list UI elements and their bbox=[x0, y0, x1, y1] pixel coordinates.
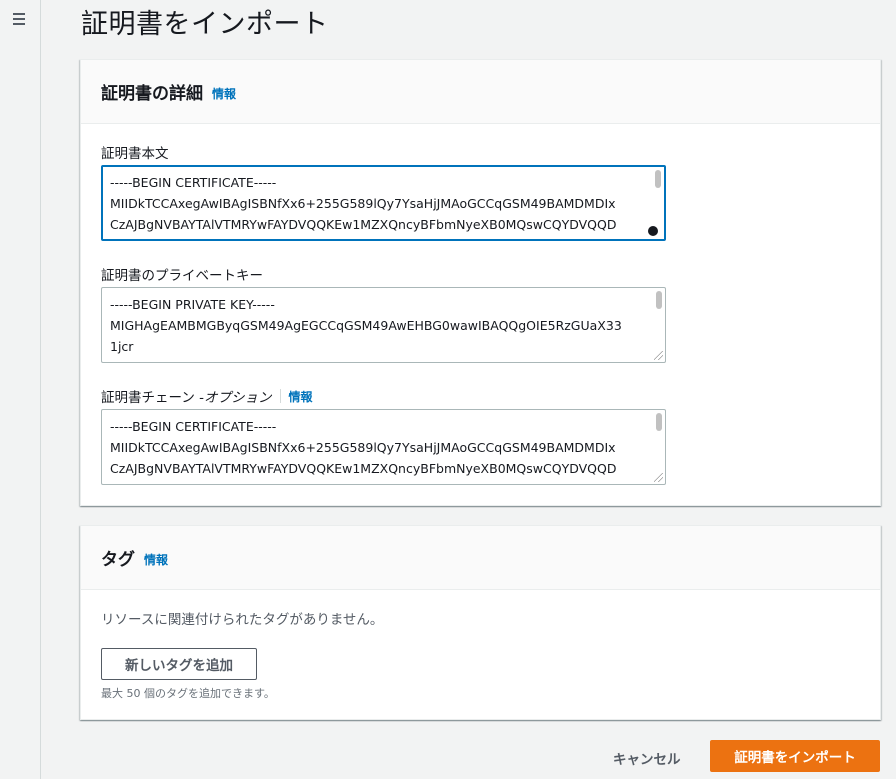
panel-title: タグ bbox=[101, 550, 135, 570]
info-link[interactable]: 情報 bbox=[144, 551, 168, 568]
textarea-line: MIGHAgEAMBMGByqGSM49AgEGCCqGSM49AwEHBG0w… bbox=[110, 318, 622, 333]
certificate-body-textarea[interactable]: -----BEGIN CERTIFICATE----- MIIDkTCCAxeg… bbox=[101, 165, 666, 241]
add-tag-button[interactable]: 新しいタグを追加 bbox=[101, 648, 257, 680]
menu-icon[interactable] bbox=[13, 13, 25, 25]
certificate-chain-label: 証明書チェーン - オプション 情報 bbox=[101, 386, 313, 406]
tags-limit-hint: 最大 50 個のタグを追加できます。 bbox=[101, 687, 275, 700]
private-key-label: 証明書のプライベートキー bbox=[101, 268, 263, 284]
scrollbar[interactable] bbox=[656, 291, 662, 309]
info-link[interactable]: 情報 bbox=[289, 388, 313, 405]
panel-header: 証明書の詳細 情報 bbox=[81, 60, 880, 124]
textarea-line: MIIDkTCCAxegAwIBAgISBNfXx6+255G589lQy7Ys… bbox=[110, 196, 616, 211]
side-navigation bbox=[0, 0, 41, 779]
main-content: 証明書をインポート 証明書の詳細 情報 証明書本文 -----BEGIN CER… bbox=[41, 0, 896, 779]
divider bbox=[279, 389, 281, 403]
certificate-body-label: 証明書本文 bbox=[101, 146, 169, 162]
scrollbar[interactable] bbox=[656, 413, 662, 431]
textarea-line: 1jcr bbox=[110, 339, 134, 354]
optional-label: オプション bbox=[204, 390, 272, 406]
resize-handle[interactable] bbox=[654, 473, 663, 482]
textarea-line: -----BEGIN CERTIFICATE----- bbox=[110, 175, 277, 190]
textarea-line: -----BEGIN CERTIFICATE----- bbox=[110, 419, 277, 434]
resize-handle[interactable] bbox=[648, 226, 658, 236]
textarea-line: -----BEGIN PRIVATE KEY----- bbox=[110, 297, 275, 312]
textarea-line: MIIDkTCCAxegAwIBAgISBNfXx6+255G589lQy7Ys… bbox=[110, 440, 616, 455]
empty-tags-text: リソースに関連付けられたタグがありません。 bbox=[101, 612, 384, 628]
page-title: 証明書をインポート bbox=[81, 9, 329, 40]
scrollbar[interactable] bbox=[655, 170, 661, 188]
cancel-button[interactable]: キャンセル bbox=[599, 742, 695, 774]
certificate-details-panel: 証明書の詳細 情報 証明書本文 -----BEGIN CERTIFICATE--… bbox=[80, 59, 881, 506]
resize-handle[interactable] bbox=[654, 351, 663, 360]
private-key-textarea[interactable]: -----BEGIN PRIVATE KEY----- MIGHAgEAMBMG… bbox=[101, 287, 666, 363]
panel-title: 証明書の詳細 bbox=[101, 84, 203, 104]
certificate-chain-textarea[interactable]: -----BEGIN CERTIFICATE----- MIIDkTCCAxeg… bbox=[101, 409, 666, 485]
import-certificate-button[interactable]: 証明書をインポート bbox=[710, 740, 880, 772]
textarea-line: CzAJBgNVBAYTAlVTMRYwFAYDVQQKEw1MZXQncyBF… bbox=[110, 217, 617, 232]
chain-label-text: 証明書チェーン - bbox=[101, 390, 204, 406]
tags-panel: タグ 情報 リソースに関連付けられたタグがありません。 新しいタグを追加 最大 … bbox=[80, 525, 881, 720]
textarea-line: CzAJBgNVBAYTAlVTMRYwFAYDVQQKEw1MZXQncyBF… bbox=[110, 461, 617, 476]
info-link[interactable]: 情報 bbox=[212, 85, 236, 102]
panel-header: タグ 情報 bbox=[81, 526, 880, 590]
